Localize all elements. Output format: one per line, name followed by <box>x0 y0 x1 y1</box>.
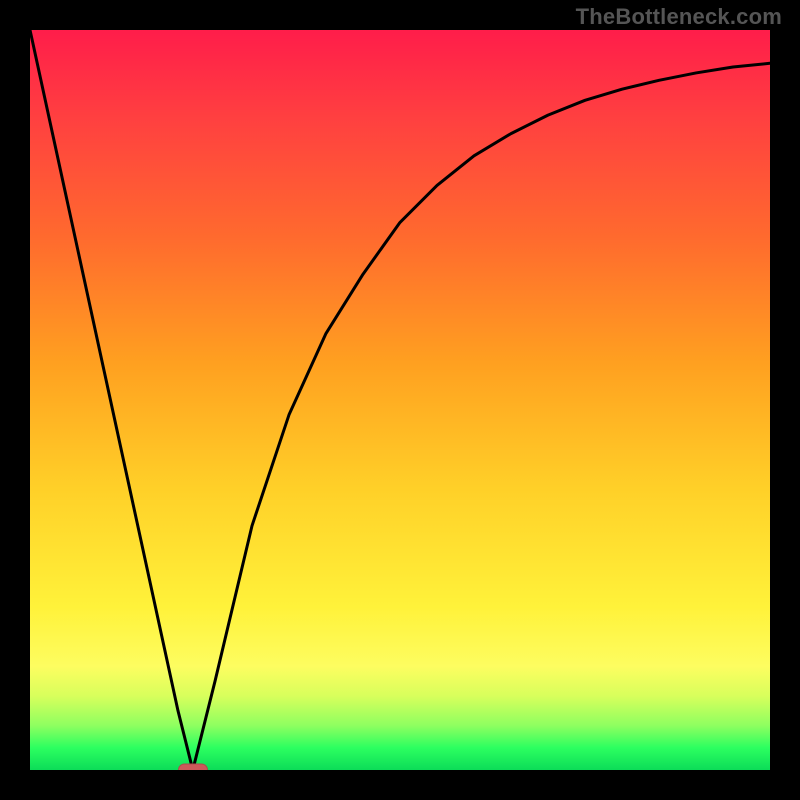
bottleneck-curve-path <box>30 30 770 770</box>
watermark-text: TheBottleneck.com <box>576 4 782 30</box>
plot-area <box>30 30 770 770</box>
curve-svg <box>30 30 770 770</box>
chart-root: TheBottleneck.com <box>0 0 800 800</box>
minimum-marker <box>178 764 208 771</box>
